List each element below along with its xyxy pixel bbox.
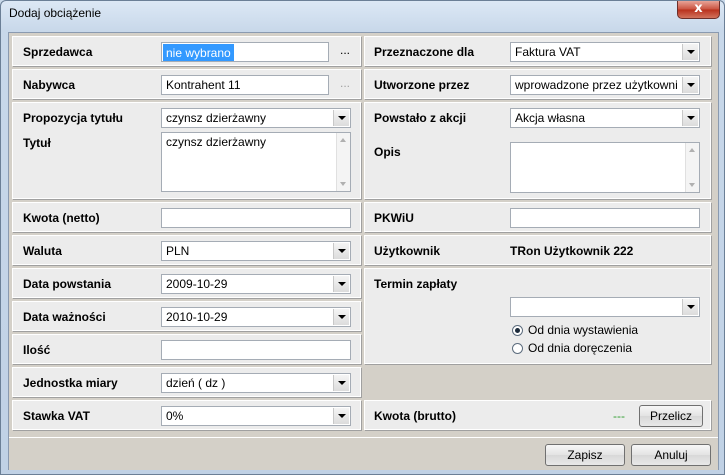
quantity-label: Ilość: [23, 343, 51, 357]
buyer-field[interactable]: Kontrahent 11: [161, 75, 329, 95]
intended-for-row: Przeznaczone dla Faktura VAT: [364, 36, 711, 66]
vat-row: Stawka VAT 0%: [12, 400, 361, 430]
scroll-down-icon[interactable]: [340, 182, 346, 186]
created-by-label: Utworzone przez: [374, 78, 470, 92]
title-section: Propozycja tytułu czynsz dzierżawny Tytu…: [12, 102, 361, 199]
net-amount-label: Kwota (netto): [23, 211, 100, 225]
intended-for-label: Przeznaczone dla: [374, 45, 475, 59]
recalculate-button[interactable]: Przelicz: [639, 405, 703, 427]
unit-select[interactable]: dzień ( dz ): [161, 373, 351, 393]
origin-section: Powstało z akcji Akcja własna Opis: [364, 102, 711, 199]
vat-value: 0%: [166, 409, 184, 423]
unit-value: dzień ( dz ): [166, 376, 226, 390]
description-textarea[interactable]: [510, 142, 700, 193]
currency-dropdown-icon[interactable]: [333, 243, 349, 259]
title-proposal-value: czynsz dzierżawny: [166, 111, 267, 125]
user-label: Użytkownik: [374, 244, 441, 258]
created-by-value: wprowadzone przez użytkowni: [515, 78, 678, 92]
currency-select[interactable]: PLN: [161, 241, 351, 261]
net-amount-field[interactable]: [161, 208, 351, 228]
unit-row: Jednostka miary dzień ( dz ): [12, 367, 361, 397]
created-date-value: 2009-10-29: [166, 277, 228, 291]
pkwiu-label: PKWiU: [374, 211, 414, 225]
pkwiu-field[interactable]: [510, 208, 700, 228]
seller-browse-button[interactable]: ...: [340, 43, 350, 57]
user-row: Użytkownik TRon Użytkownik 222: [364, 235, 711, 265]
title-textarea[interactable]: czynsz dzierżawny: [161, 132, 351, 192]
buyer-label: Nabywca: [23, 78, 76, 92]
scroll-down-icon[interactable]: [689, 183, 695, 187]
origin-action-label: Powstało z akcji: [374, 111, 467, 125]
gross-amount-label: Kwota (brutto): [374, 409, 456, 423]
origin-action-select[interactable]: Akcja własna: [510, 108, 700, 128]
quantity-field[interactable]: [161, 340, 351, 360]
valid-date-row: Data ważności 2010-10-29: [12, 301, 361, 331]
quantity-row: Ilość: [12, 334, 361, 364]
empty-cell: [364, 367, 711, 397]
dialog-body: Sprzedawca nie wybrano ... Nabywca Kontr…: [8, 32, 719, 470]
description-scrollbar[interactable]: [685, 143, 699, 192]
radio-from-delivery[interactable]: [512, 343, 523, 354]
valid-date-value: 2010-10-29: [166, 310, 228, 324]
radio-from-issue[interactable]: [512, 325, 523, 336]
title-proposal-select[interactable]: czynsz dzierżawny: [161, 108, 351, 128]
radio-from-issue-label[interactable]: Od dnia wystawienia: [528, 323, 638, 337]
vat-label: Stawka VAT: [23, 409, 90, 423]
payment-term-select[interactable]: [510, 297, 700, 317]
vat-dropdown-icon[interactable]: [333, 408, 349, 424]
cancel-button[interactable]: Anuluj: [631, 444, 711, 466]
created-date-label: Data powstania: [23, 277, 112, 291]
currency-row: Waluta PLN: [12, 235, 361, 265]
footer-bar: Zapisz Anuluj: [9, 437, 718, 470]
title-proposal-dropdown-icon[interactable]: [333, 110, 349, 126]
payment-term-dropdown-icon[interactable]: [682, 299, 698, 315]
gross-amount-value: ---: [613, 409, 625, 423]
description-label: Opis: [374, 145, 401, 159]
vat-select[interactable]: 0%: [161, 406, 351, 426]
seller-label: Sprzedawca: [23, 45, 93, 59]
radio-from-delivery-label[interactable]: Od dnia doręczenia: [528, 341, 632, 355]
buyer-row: Nabywca Kontrahent 11 ...: [12, 69, 361, 99]
created-by-select[interactable]: wprowadzone przez użytkowni: [510, 75, 700, 95]
net-amount-row: Kwota (netto): [12, 202, 361, 232]
title-label: Tytuł: [23, 136, 51, 150]
save-button[interactable]: Zapisz: [545, 444, 625, 466]
unit-label: Jednostka miary: [23, 376, 118, 390]
gross-amount-row: Kwota (brutto) --- Przelicz: [364, 400, 711, 430]
currency-label: Waluta: [23, 244, 62, 258]
scroll-up-icon[interactable]: [340, 138, 346, 142]
created-by-row: Utworzone przez wprowadzone przez użytko…: [364, 69, 711, 99]
created-by-dropdown-icon[interactable]: [682, 77, 698, 93]
pkwiu-row: PKWiU: [364, 202, 711, 232]
dialog-window: Dodaj obciążenie x Sprzedawca nie wybran…: [0, 0, 725, 475]
user-value: TRon Użytkownik 222: [510, 244, 634, 258]
valid-date-picker[interactable]: 2010-10-29: [161, 307, 351, 327]
created-date-row: Data powstania 2009-10-29: [12, 268, 361, 298]
close-button[interactable]: x: [677, 1, 720, 19]
payment-term-section: Termin zapłaty Od dnia wystawienia Od dn…: [364, 268, 711, 364]
valid-date-label: Data ważności: [23, 310, 106, 324]
seller-field[interactable]: nie wybrano: [161, 42, 329, 62]
title-bar[interactable]: Dodaj obciążenie x: [1, 1, 724, 27]
title-scrollbar[interactable]: [336, 133, 350, 191]
buyer-browse-button: ...: [340, 76, 351, 90]
title-textarea-value: czynsz dzierżawny: [166, 135, 267, 149]
unit-dropdown-icon[interactable]: [333, 375, 349, 391]
created-date-picker[interactable]: 2009-10-29: [161, 274, 351, 294]
intended-for-dropdown-icon[interactable]: [682, 44, 698, 60]
origin-action-value: Akcja własna: [515, 111, 586, 125]
created-date-dropdown-icon[interactable]: [333, 276, 349, 292]
payment-term-label: Termin zapłaty: [374, 277, 458, 291]
currency-value: PLN: [166, 244, 190, 258]
intended-for-value: Faktura VAT: [515, 45, 581, 59]
origin-action-dropdown-icon[interactable]: [682, 110, 698, 126]
intended-for-select[interactable]: Faktura VAT: [510, 42, 700, 62]
window-title: Dodaj obciążenie: [9, 6, 102, 20]
scroll-up-icon[interactable]: [689, 148, 695, 152]
seller-row: Sprzedawca nie wybrano ...: [12, 36, 361, 66]
title-proposal-label: Propozycja tytułu: [23, 111, 124, 125]
valid-date-dropdown-icon[interactable]: [333, 309, 349, 325]
seller-field-value: nie wybrano: [163, 44, 234, 61]
